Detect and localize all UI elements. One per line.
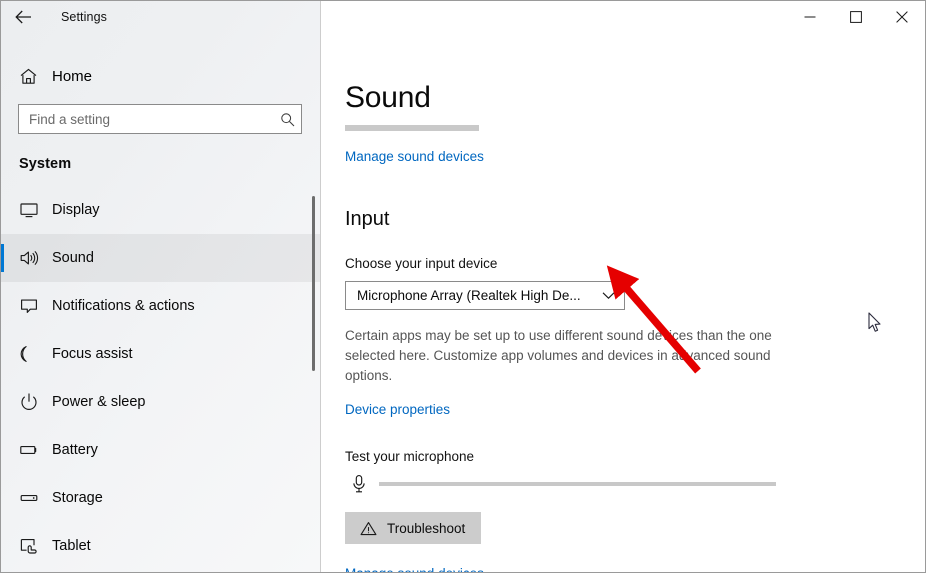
maximize-icon	[850, 11, 862, 23]
close-icon	[896, 11, 908, 23]
sidebar-home-label: Home	[52, 67, 93, 85]
monitor-icon	[19, 200, 49, 220]
speaker-icon	[19, 248, 49, 268]
test-microphone-label: Test your microphone	[345, 449, 475, 464]
input-device-value: Microphone Array (Realtek High De...	[357, 288, 581, 303]
microphone-level-row	[345, 474, 925, 494]
input-description-text: Certain apps may be set up to use differ…	[345, 328, 772, 383]
section-heading-input: Input	[345, 208, 390, 230]
search-input[interactable]	[19, 105, 273, 133]
titlebar-spacer	[107, 1, 787, 33]
main-content: Sound Manage sound devices Input Choose …	[321, 33, 925, 572]
sidebar-item-label: Focus assist	[52, 346, 133, 362]
sidebar-item-label: Power & sleep	[52, 394, 146, 410]
microphone-level-bar	[379, 482, 776, 486]
manage-sound-devices-link-top[interactable]: Manage sound devices	[345, 149, 484, 164]
sidebar-item-power-sleep[interactable]: Power & sleep	[1, 378, 320, 426]
sidebar: Home System	[1, 1, 321, 572]
minimize-button[interactable]	[787, 1, 833, 33]
chat-bubble-icon	[19, 296, 49, 316]
back-arrow-icon	[14, 10, 31, 24]
tablet-icon	[19, 536, 49, 556]
troubleshoot-button[interactable]: Troubleshoot	[345, 512, 481, 544]
maximize-button[interactable]	[833, 1, 879, 33]
drive-icon	[19, 488, 49, 508]
troubleshoot-label: Troubleshoot	[387, 520, 466, 536]
sidebar-item-notifications-actions[interactable]: Notifications & actions	[1, 282, 320, 330]
sidebar-item-label: Tablet	[52, 538, 91, 554]
battery-icon	[19, 440, 49, 460]
sidebar-item-focus-assist[interactable]: Focus assist	[1, 330, 320, 378]
sidebar-item-label: Sound	[52, 250, 94, 266]
back-button[interactable]	[1, 1, 45, 33]
sidebar-item-tablet[interactable]: Tablet	[1, 522, 320, 570]
close-button[interactable]	[879, 1, 925, 33]
sidebar-nav-list: Display Sound Notifications & actions Fo…	[1, 186, 320, 570]
sidebar-item-label: Storage	[52, 490, 103, 506]
title-bar: Settings	[1, 1, 925, 33]
search-box[interactable]	[18, 104, 302, 134]
input-device-dropdown[interactable]: Microphone Array (Realtek High De...	[345, 281, 625, 310]
sidebar-item-display[interactable]: Display	[1, 186, 320, 234]
choose-input-device-label: Choose your input device	[345, 256, 498, 271]
title-underline	[345, 125, 479, 131]
search-icon[interactable]	[273, 112, 301, 127]
manage-sound-devices-link-bottom[interactable]: Manage sound devices	[345, 566, 484, 572]
sidebar-group-system: System	[19, 156, 72, 172]
device-properties-link[interactable]: Device properties	[345, 402, 450, 417]
minimize-icon	[804, 16, 816, 18]
home-icon	[19, 67, 49, 86]
sidebar-item-battery[interactable]: Battery	[1, 426, 320, 474]
sidebar-scrollbar[interactable]	[312, 196, 315, 371]
sidebar-item-home[interactable]: Home	[1, 57, 320, 95]
sidebar-item-label: Display	[52, 202, 100, 218]
sidebar-item-storage[interactable]: Storage	[1, 474, 320, 522]
sidebar-item-label: Battery	[52, 442, 98, 458]
page-title: Sound	[345, 81, 431, 114]
window-title: Settings	[61, 10, 107, 24]
sidebar-item-sound[interactable]: Sound	[1, 234, 320, 282]
settings-window: Settings Home Find a setting System Disp…	[0, 0, 926, 573]
chevron-down-icon	[596, 291, 615, 300]
microphone-icon	[345, 474, 373, 494]
power-icon	[19, 392, 49, 412]
window-body: Home System	[1, 1, 925, 572]
warning-triangle-icon	[360, 521, 377, 536]
sidebar-item-label: Notifications & actions	[52, 298, 195, 314]
moon-icon	[19, 344, 49, 364]
